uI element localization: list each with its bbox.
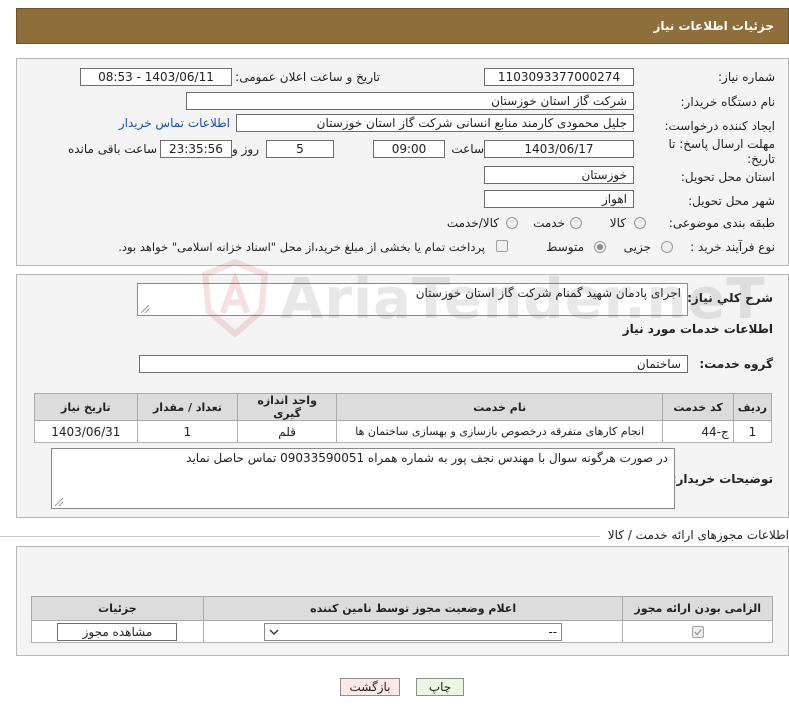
cell-permit-required — [622, 620, 773, 643]
process-radio-medium[interactable] — [594, 241, 606, 253]
service-group-field[interactable]: ساختمان — [139, 355, 688, 373]
back-button[interactable]: بازگشت — [340, 678, 400, 696]
services-table-header: ردیف کد خدمت نام خدمت واحد اندازه گیری ت… — [34, 393, 773, 421]
print-button[interactable]: چاپ — [416, 678, 464, 696]
need-number-label: شماره نیاز: — [718, 70, 775, 84]
page-title: جزئیات اطلاعات نیاز — [653, 19, 774, 33]
permit-status-select[interactable]: -- — [264, 622, 563, 641]
days-label: روز و — [232, 142, 259, 156]
buyer-org-field[interactable]: شرکت گاز استان خوزستان — [186, 92, 634, 110]
col-unit: واحد اندازه گیری — [237, 393, 337, 421]
remaining-time-label: ساعت باقی مانده — [67, 142, 157, 156]
category-label: طبقه بندی موضوعی: — [668, 216, 775, 230]
category-option-service: خدمت — [533, 216, 565, 230]
page-header: جزئیات اطلاعات نیاز — [16, 8, 789, 44]
permit-status-value: -- — [548, 624, 558, 639]
cell-service-code: ج-44 — [662, 420, 734, 443]
creator-field[interactable]: جلیل محمودی کارمند منابع انسانی شرکت گاز… — [236, 114, 634, 132]
city-label: شهر محل تحویل: — [688, 194, 775, 208]
col-service-code: کد خدمت — [662, 393, 734, 421]
check-icon — [693, 629, 702, 636]
province-field[interactable]: خوزستان — [484, 166, 634, 184]
announce-date-field[interactable]: 1403/06/11 - 08:53 — [80, 68, 232, 86]
buyer-notes-label: توضیحات خریدار: — [671, 472, 773, 486]
service-group-label: گروه خدمت: — [699, 357, 773, 371]
deadline-label-line1: مهلت ارسال پاسخ: تا — [668, 137, 775, 151]
resize-grip-icon — [141, 305, 149, 313]
city-field[interactable]: اهواز — [484, 190, 634, 208]
table-row: 1 ج-44 انجام کارهای متفرقه درخصوص بازساز… — [34, 420, 773, 443]
process-label: نوع فرآیند خرید : — [690, 240, 775, 254]
category-radio-both[interactable] — [506, 217, 518, 229]
treasury-payment-text: پرداخت تمام یا بخشی از مبلغ خرید،از محل … — [118, 240, 485, 254]
process-option-minor: جزیی — [623, 240, 651, 254]
permits-table: الزامی بودن ارائه مجوز اعلام وضعیت مجوز … — [31, 596, 773, 643]
cell-permit-status: -- — [202, 620, 624, 643]
services-section-title: اطلاعات خدمات مورد نیاز — [622, 322, 773, 336]
cell-quantity: 1 — [136, 420, 239, 443]
col-quantity: تعداد / مقدار — [136, 393, 239, 421]
table-row: -- مشاهده مجوز — [31, 620, 773, 643]
col-permit-details: جزئیات — [31, 596, 204, 621]
permits-divider — [0, 536, 600, 537]
buyer-contact-link[interactable]: اطلاعات تماس خریدار — [119, 116, 230, 130]
process-radio-minor[interactable] — [661, 241, 673, 253]
col-service-name: نام خدمت — [335, 393, 664, 421]
col-need-date: تاریخ نیاز — [34, 393, 138, 421]
deadline-time-label: ساعت — [451, 142, 484, 156]
permit-required-checkbox — [691, 626, 704, 638]
need-number-field[interactable]: 1103093377000274 — [484, 68, 634, 86]
cell-service-name: انجام کارهای متفرقه درخصوص بازسازی و بهس… — [335, 420, 664, 443]
buyer-notes-text: در صورت هرگونه سوال با مهندس نجف پور به … — [186, 451, 668, 465]
cell-unit: قلم — [237, 420, 337, 443]
summary-textarea[interactable]: اجرای پادمان شهید گمنام شرکت گاز استان خ… — [137, 283, 688, 316]
cell-permit-details: مشاهده مجوز — [31, 620, 204, 643]
permits-section-title: اطلاعات مجوزهای ارائه خدمت / کالا — [607, 528, 789, 542]
buyer-notes-textarea[interactable]: در صورت هرگونه سوال با مهندس نجف پور به … — [51, 448, 675, 509]
view-permit-button[interactable]: مشاهده مجوز — [57, 622, 178, 641]
services-table: ردیف کد خدمت نام خدمت واحد اندازه گیری ت… — [34, 393, 773, 443]
deadline-label-line2: تاریخ: — [747, 152, 775, 166]
category-option-goods: کالا — [609, 216, 626, 230]
category-radio-service[interactable] — [570, 217, 582, 229]
category-option-both: کالا/خدمت — [446, 216, 499, 230]
chevron-down-icon — [269, 629, 279, 635]
province-label: استان محل تحویل: — [680, 170, 775, 184]
permits-table-header: الزامی بودن ارائه مجوز اعلام وضعیت مجوز … — [31, 596, 773, 621]
deadline-time-field[interactable]: 09:00 — [373, 140, 445, 158]
treasury-payment-checkbox[interactable] — [496, 240, 508, 252]
days-remaining-field[interactable]: 5 — [266, 140, 334, 158]
summary-text: اجرای پادمان شهید گمنام شرکت گاز استان خ… — [415, 286, 681, 300]
details-panel — [16, 58, 789, 266]
col-row-number: ردیف — [732, 393, 773, 421]
creator-label: ایجاد کننده درخواست: — [664, 119, 775, 133]
announce-date-label: تاریخ و ساعت اعلان عمومی: — [235, 70, 380, 84]
remaining-time-field[interactable]: 23:35:56 — [160, 140, 232, 158]
category-radio-goods[interactable] — [634, 217, 646, 229]
process-option-medium: متوسط — [546, 240, 584, 254]
cell-row-number: 1 — [732, 420, 773, 443]
buyer-org-label: نام دستگاه خریدار: — [680, 95, 776, 109]
deadline-date-field[interactable]: 1403/06/17 — [484, 140, 634, 158]
resize-grip-icon — [55, 498, 63, 506]
col-permit-status: اعلام وضعیت مجوز توسط نامین کننده — [202, 596, 624, 621]
cell-need-date: 1403/06/31 — [34, 420, 138, 443]
col-permit-required: الزامی بودن ارائه مجوز — [622, 596, 773, 621]
summary-label: شرح کلي نياز: — [687, 291, 773, 305]
